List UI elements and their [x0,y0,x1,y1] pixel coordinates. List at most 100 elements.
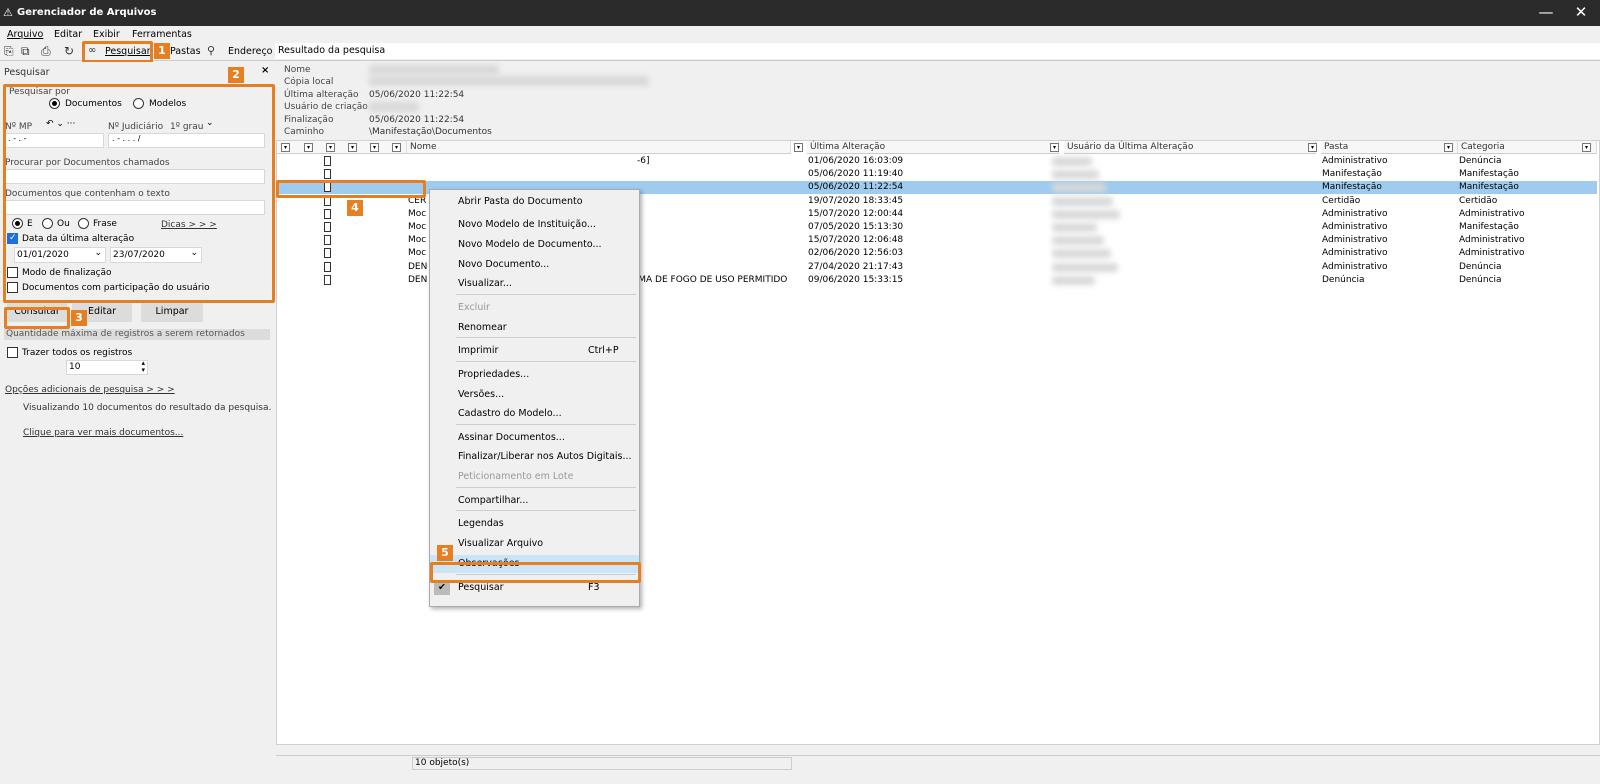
detail-last-label: Última alteração [284,90,359,100]
step-badge-5: 5 [437,545,453,561]
window-title: Gerenciador de Arquivos [17,7,157,18]
column-dropdown-icon[interactable]: ▾ [1582,143,1591,152]
redacted-user [1052,196,1113,206]
column-dropdown-icon[interactable]: ▾ [794,143,803,152]
menu-item-print[interactable]: Imprimir Ctrl+P [430,342,639,360]
menu-ferramentas[interactable]: Ferramentas [132,29,192,40]
cell-name: -6] [637,156,650,166]
cell-date: 27/04/2020 21:17:43 [808,261,904,272]
redacted-user [1052,183,1106,193]
menu-item-label: Renomear [458,322,507,333]
info-text: Visualizando 10 documentos do resultado … [23,403,272,413]
menu-exibir[interactable]: Exibir [93,29,120,40]
column-header-folder[interactable]: Pasta [1321,141,1458,154]
cell-folder: Certidão [1322,195,1361,206]
highlight-search-button [82,41,153,63]
menu-item-open-folder[interactable]: Abrir Pasta do Documento [430,193,639,211]
menu-item-new-document[interactable]: Novo Documento... [430,256,639,274]
menu-item-label: Novo Documento... [458,259,550,270]
menu-item-label: Finalizar/Liberar nos Autos Digitais... [458,451,632,462]
redacted-user [1052,249,1111,259]
context-menu: Abrir Pasta do Documento Novo Modelo de I… [429,189,640,607]
menu-item-view[interactable]: Visualizar... [430,275,639,293]
cell-category: Administrativo [1459,235,1525,246]
menu-arquivo[interactable]: Arquivo [7,29,43,40]
menu-item-new-document-model[interactable]: Novo Modelo de Documento... [430,236,639,254]
menu-item-sign-documents[interactable]: Assinar Documentos... [430,429,639,447]
menu-item-legends[interactable]: Legendas [430,515,639,533]
step-badge-1: 1 [154,43,170,59]
menu-item-model-registry[interactable]: Cadastro do Modelo... [430,405,639,423]
status-bar: 10 objeto(s) [276,755,1600,770]
folders-toolbar-button[interactable]: Pastas [170,46,201,57]
column-dropdown-icon[interactable]: ▾ [1050,143,1059,152]
close-panel-icon[interactable]: × [261,65,269,76]
clear-button[interactable]: Limpar [141,302,203,322]
menu-item-finalize-release[interactable]: Finalizar/Liberar nos Autos Digitais... [430,448,639,466]
menu-item-label: Propriedades... [458,369,530,380]
menu-item-label: Cadastro do Modelo... [458,408,562,419]
filter-dropdown-icon[interactable]: ▾ [281,143,290,152]
menu-item-new-institution-model[interactable]: Novo Modelo de Instituição... [430,216,639,234]
cell-folder: Manifestação [1322,169,1382,180]
redacted-user [1052,209,1120,219]
redacted-user [1052,223,1097,232]
filter-dropdown-icon[interactable]: ▾ [348,143,357,152]
menu-editar[interactable]: Editar [54,29,82,40]
step-badge-2: 2 [228,67,244,83]
print-icon[interactable]: ⎙ [41,44,51,59]
max-records-stepper[interactable]: 10 ▴ ▾ [66,360,148,375]
more-options-link[interactable]: Opções adicionais de pesquisa > > > [5,385,175,395]
new-file-icon[interactable]: ⎘ [4,44,14,59]
pin-icon[interactable]: ⚲ [207,44,215,57]
cell-folder: Administrativo [1322,156,1388,166]
menu-item-rename[interactable]: Renomear [430,319,639,337]
cell-date: 05/06/2020 11:19:40 [808,169,904,180]
menu-item-properties[interactable]: Propriedades... [430,366,639,384]
column-dropdown-icon[interactable]: ▾ [1444,143,1453,152]
cell-name: Moc [408,248,427,259]
bring-all-checkbox[interactable] [7,347,18,358]
cell-name-tail: RMA DE FOGO DE USO PERMITIDO [632,274,788,285]
app-icon: ⚠ [3,6,13,19]
column-header-name[interactable]: Nome [407,141,791,154]
menu-separator [456,337,636,338]
redacted-user [1052,236,1104,246]
minimize-button[interactable]: — [1531,3,1561,21]
copy-icon[interactable]: ⧉ [21,44,30,59]
details-panel: Nome Cópia local Última alteração Usuári… [276,62,946,138]
menu-item-label: Novo Modelo de Instituição... [458,219,596,230]
document-icon [324,222,331,232]
filter-dropdown-icon[interactable]: ▾ [370,143,379,152]
detail-final-label: Finalização [284,115,334,125]
menu-item-share[interactable]: Compartilhar... [430,492,639,510]
detail-path-value: \Manifestação\Documentos [369,127,492,137]
filter-dropdown-icon[interactable]: ▾ [326,143,335,152]
document-icon [324,261,331,272]
menu-item-versions[interactable]: Versões... [430,386,639,404]
refresh-icon[interactable]: ↻ [64,44,74,58]
filter-dropdown-icon[interactable]: ▾ [304,143,313,152]
menu-separator [456,424,636,425]
redacted-user [1052,262,1118,272]
table-row[interactable]: -6] 01/06/2020 16:03:09 Administrativo Denú… [277,155,1597,168]
redacted-creator [369,102,419,112]
column-header-user[interactable]: Usuário da Última Alteração [1064,141,1316,154]
check-icon: ✔ [434,581,450,595]
column-header-category[interactable]: Categoria [1458,141,1597,154]
menu-item-label: Compartilhar... [458,495,529,506]
cell-date: 07/05/2020 15:13:30 [808,222,904,232]
redacted-local-path [369,76,649,86]
filter-dropdown-icon[interactable]: ▾ [392,143,401,152]
table-row[interactable]: 05/06/2020 11:19:40 Manifestação Manifesta… [277,168,1597,181]
address-label: Endereço [228,46,273,57]
menu-item-view-file[interactable]: Visualizar Arquivo [430,535,639,553]
more-docs-link[interactable]: Clique para ver mais documentos... [23,428,183,438]
column-dropdown-icon[interactable]: ▾ [1308,143,1317,152]
column-header-last-change[interactable]: Última Alteração [807,141,1059,154]
address-field[interactable]: Resultado da pesquisa [275,43,1600,59]
detail-last-value: 05/06/2020 11:22:54 [369,90,465,100]
close-window-button[interactable]: ✕ [1566,3,1596,21]
document-icon [324,169,331,180]
cell-folder: Administrativo [1322,235,1388,246]
